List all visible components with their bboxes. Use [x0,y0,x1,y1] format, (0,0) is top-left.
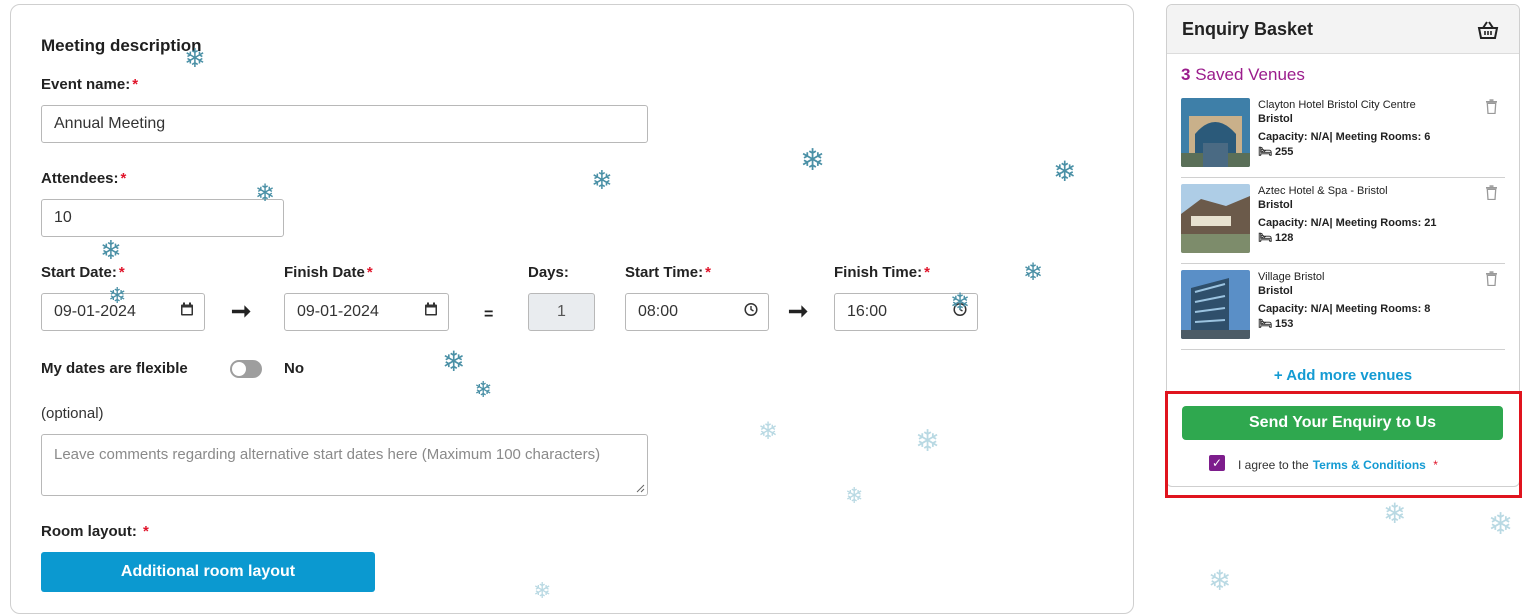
snowflake-icon: ❄ [591,165,613,195]
snowflake-icon: ❄ [845,483,864,508]
snowflake-icon: ❄ [1208,565,1232,596]
send-enquiry-button[interactable]: Send Your Enquiry to Us [1182,406,1503,440]
snowflake-icon: ❄ [474,377,493,402]
attendees-input[interactable]: 10 [41,199,284,237]
snowflake-icon: ❄ [533,578,552,603]
section-title: Meeting description [41,36,202,55]
venue-bedrooms: 🛏 153 [1258,318,1294,330]
resize-handle-icon[interactable] [636,484,645,493]
venue-capacity: Capacity: N/A| Meeting Rooms: 8 [1258,303,1431,315]
snowflake-icon: ❄ [108,283,127,308]
basket-title: Enquiry Basket [1182,19,1314,39]
snowflake-icon: ❄ [184,43,206,73]
event-name-label: Event name: * [41,76,139,93]
flexible-dates-value: No [284,360,304,377]
bed-icon: 🛏 [1258,146,1272,158]
venue-city: Bristol [1258,199,1293,211]
venue-thumbnail [1181,98,1250,167]
flexible-dates-toggle[interactable] [230,360,262,378]
venue-thumbnail [1181,184,1250,253]
start-time-label: Start Time: * [625,264,711,281]
basket-header: Enquiry Basket [1167,5,1519,54]
venue-item[interactable]: Clayton Hotel Bristol City Centre Bristo… [1181,93,1505,178]
snowflake-icon: ❄ [1488,508,1514,541]
agree-text: I agree to the Terms & Conditions * [1238,458,1438,472]
basket-icon [1477,20,1499,45]
snowflake-icon: ❄ [100,235,122,265]
snowflake-icon: ❄ [1053,156,1077,187]
venue-bedrooms: 🛏 255 [1258,146,1294,158]
agree-checkbox[interactable]: ✓ [1209,455,1225,471]
finish-date-label: Finish Date * [284,264,373,281]
calendar-icon[interactable] [424,302,438,322]
venue-name: Clayton Hotel Bristol City Centre [1258,99,1416,111]
venue-capacity: Capacity: N/A| Meeting Rooms: 6 [1258,131,1431,143]
room-layout-label: Room layout: * [41,523,149,540]
snowflake-icon: ❄ [758,418,779,445]
snowflake-icon: ❄ [950,289,971,316]
finish-time-label: Finish Time: * [834,264,930,281]
arrow-right-icon: ➞ [788,298,809,325]
snowflake-icon: ❄ [255,180,276,207]
days-label: Days: [528,264,569,281]
saved-venues-count: 3 Saved Venues [1181,65,1305,84]
venue-bedrooms: 🛏 128 [1258,232,1294,244]
venue-city: Bristol [1258,113,1293,125]
start-date-label: Start Date: * [41,264,125,281]
finish-date-input[interactable]: 09-01-2024 [284,293,449,331]
bed-icon: 🛏 [1258,232,1272,244]
flexible-dates-label: My dates are flexible [41,360,188,377]
venue-capacity: Capacity: N/A| Meeting Rooms: 21 [1258,217,1437,229]
optional-label: (optional) [41,405,104,422]
event-name-input[interactable]: Annual Meeting [41,105,648,143]
trash-icon[interactable] [1485,99,1498,119]
flexible-comments-textarea[interactable]: Leave comments regarding alternative sta… [41,434,648,496]
venue-city: Bristol [1258,285,1293,297]
arrow-right-icon: ➞ [231,298,252,325]
bed-icon: 🛏 [1258,318,1272,330]
venue-item[interactable]: Village Bristol Bristol Capacity: N/A| M… [1181,265,1505,350]
terms-link[interactable]: Terms & Conditions [1313,458,1426,472]
calendar-icon[interactable] [180,302,194,322]
additional-room-layout-button[interactable]: Additional room layout [41,552,375,592]
venue-name: Aztec Hotel & Spa - Bristol [1258,185,1388,197]
snowflake-icon: ❄ [1383,498,1407,529]
snowflake-icon: ❄ [915,425,941,458]
attendees-label: Attendees: * [41,170,127,187]
snowflake-icon: ❄ [1023,259,1044,286]
days-field: 1 [528,293,595,331]
trash-icon[interactable] [1485,185,1498,205]
venue-name: Village Bristol [1258,271,1325,283]
clock-icon[interactable] [744,302,758,322]
trash-icon[interactable] [1485,271,1498,291]
venue-item[interactable]: Aztec Hotel & Spa - Bristol Bristol Capa… [1181,179,1505,264]
equals-sign: = [484,306,494,323]
add-more-venues-link[interactable]: + Add more venues [1167,367,1519,384]
start-time-input[interactable]: 08:00 [625,293,769,331]
venue-thumbnail [1181,270,1250,339]
snowflake-icon: ❄ [800,144,826,177]
snowflake-icon: ❄ [442,346,466,377]
